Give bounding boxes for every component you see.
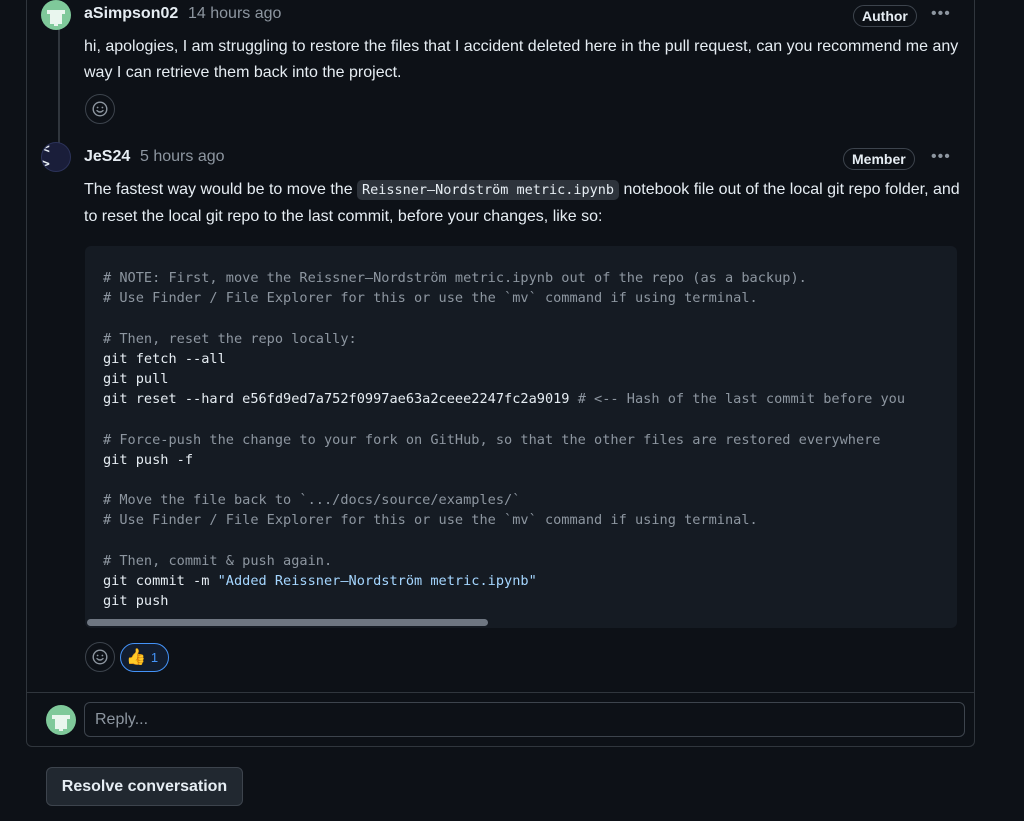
code-comment: # Then, commit & push again.: [103, 552, 333, 569]
code-command: git commit -m: [103, 573, 218, 590]
add-reaction-button[interactable]: [85, 642, 115, 672]
comment-author[interactable]: JeS24: [84, 148, 130, 166]
add-reaction-button[interactable]: [85, 94, 115, 124]
smiley-icon: [92, 101, 108, 117]
code-comment: # Then, reset the repo locally:: [103, 330, 357, 347]
member-badge: Member: [843, 148, 915, 170]
avatar-pattern: [58, 14, 62, 24]
code-scrollbar[interactable]: [87, 619, 488, 626]
thumbs-up-reaction-button[interactable]: 👍 1: [120, 643, 169, 672]
code-command: git fetch --all: [103, 350, 226, 367]
current-user-avatar[interactable]: [46, 705, 76, 735]
code-comment: # Force-push the change to your fork on …: [103, 431, 881, 448]
smiley-icon: [92, 649, 108, 665]
avatar-pattern: [55, 719, 59, 729]
resolve-conversation-button[interactable]: Resolve conversation: [46, 767, 243, 806]
comment-author[interactable]: aSimpson02: [84, 5, 178, 23]
body-text-segment: The fastest way would be to move the: [84, 181, 358, 198]
reaction-count: 1: [150, 650, 159, 665]
comment-body: hi, apologies, I am struggling to restor…: [84, 38, 959, 81]
code-comment: # NOTE: First, move the Reissner–Nordstr…: [103, 270, 807, 286]
code-lines: # NOTE: First, move the Reissner–Nordstr…: [103, 268, 905, 611]
avatar-pattern: [63, 719, 67, 729]
comment-body: The fastest way would be to move the Rei…: [84, 177, 964, 229]
code-command: git pull: [103, 371, 169, 388]
code-command: git push: [103, 593, 169, 610]
comment-timestamp[interactable]: 5 hours ago: [140, 148, 225, 166]
avatar-asimpson02[interactable]: [41, 0, 71, 30]
comment-options-icon[interactable]: •••: [931, 5, 951, 23]
code-command: git reset --hard e56fd9ed7a752f0997ae63a…: [103, 391, 570, 408]
inline-code-filename: Reissner–Nordström metric.ipynb: [357, 180, 619, 200]
avatar-jes24[interactable]: < >: [41, 142, 71, 172]
code-comment: # Use Finder / File Explorer for this or…: [103, 290, 758, 307]
comment-timestamp[interactable]: 14 hours ago: [188, 5, 281, 23]
code-command: git push -f: [103, 451, 194, 468]
thread-line: [58, 26, 60, 150]
thumbs-up-icon: 👍: [126, 648, 146, 666]
code-comment: # <-- Hash of the last commit before you: [577, 391, 906, 408]
avatar-code-glyph: < >: [42, 142, 53, 172]
code-string: "Added Reissner–Nordström metric.ipynb": [217, 573, 537, 590]
code-comment: # Use Finder / File Explorer for this or…: [103, 512, 758, 529]
code-block[interactable]: # NOTE: First, move the Reissner–Nordstr…: [85, 246, 957, 628]
code-comment: # Move the file back to `.../docs/source…: [103, 492, 521, 509]
reply-input[interactable]: Reply...: [84, 702, 965, 737]
comment-options-icon[interactable]: •••: [931, 148, 951, 166]
author-badge: Author: [853, 5, 917, 27]
avatar-pattern: [50, 14, 54, 24]
divider: [26, 692, 975, 693]
